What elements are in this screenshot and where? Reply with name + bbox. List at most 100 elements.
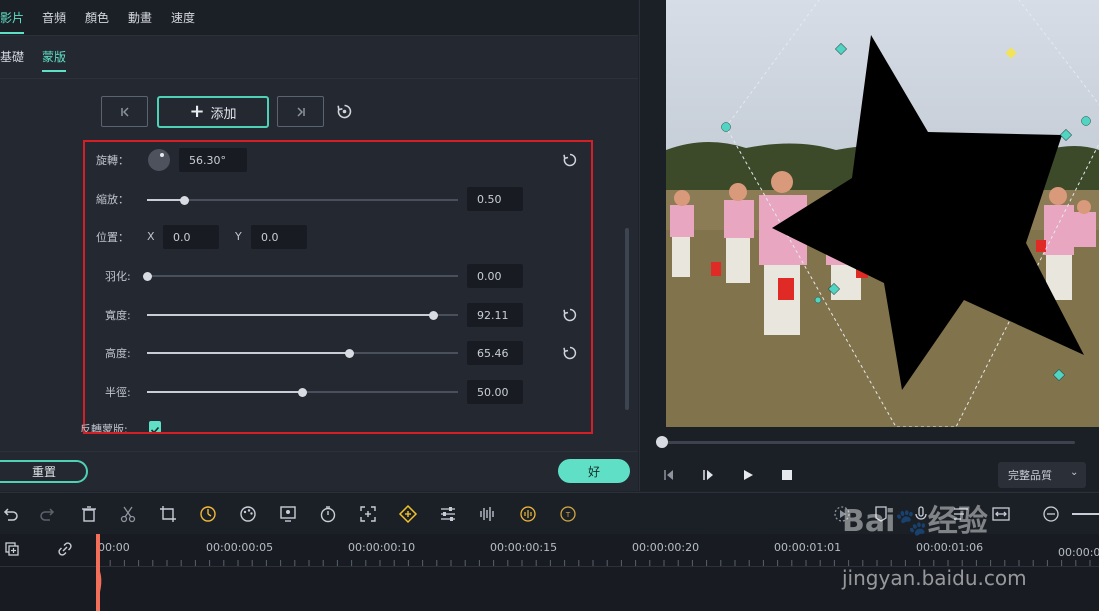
radius-value-field[interactable]: 50.00 (467, 380, 523, 404)
editor-tab-bar: 影片 音頻 顏色 動畫 速度 (0, 0, 638, 36)
subtab-mask[interactable]: 蒙版 (42, 48, 67, 72)
zoom-slider[interactable] (1072, 513, 1099, 515)
panel-footer (0, 451, 638, 491)
tab-speed[interactable]: 速度 (171, 9, 195, 26)
tab-animation[interactable]: 動畫 (128, 9, 152, 26)
reset-height-icon[interactable] (562, 345, 578, 361)
scale-value-field[interactable]: 0.50 (467, 187, 523, 211)
crop-icon[interactable] (158, 504, 178, 524)
rotate-label: 旋轉： (96, 154, 129, 167)
width-label: 寬度: (105, 309, 131, 322)
feather-slider[interactable] (142, 271, 458, 281)
scale-label: 縮放： (96, 193, 129, 206)
scale-slider-thumb[interactable] (179, 195, 189, 205)
reset-button[interactable]: 重置 (0, 460, 88, 483)
duration-icon[interactable] (318, 504, 338, 524)
add-keyframe-label: 添加 (210, 106, 237, 122)
playback-progress-track[interactable] (660, 441, 1075, 444)
cut-icon[interactable] (118, 504, 138, 524)
width-slider[interactable] (147, 310, 458, 320)
timeline-tick-label: 00:00:00:10 (348, 541, 416, 554)
sub-tab-bar: 基礎 蒙版 (0, 37, 638, 79)
plus-icon: + (189, 101, 205, 122)
play-frame-icon[interactable] (701, 468, 715, 482)
watermark-site: jingyan.baidu.com (842, 566, 1027, 590)
quality-select-value: 完整品質 (1008, 469, 1052, 482)
feather-value-field[interactable]: 0.00 (467, 264, 523, 288)
ok-button[interactable]: 好 (558, 459, 630, 483)
tab-color[interactable]: 顏色 (85, 9, 109, 26)
add-track-icon[interactable] (4, 541, 20, 557)
timeline-tick-label: 00:00:00:20 (632, 541, 700, 554)
video-preview[interactable] (666, 0, 1099, 427)
keyframe-icon[interactable] (398, 504, 418, 524)
color-palette-icon[interactable] (238, 504, 258, 524)
timeline-ruler-ticks (96, 560, 1091, 566)
timeline-tick-label: 00:00:01:06 (916, 541, 984, 554)
previous-frame-icon[interactable] (662, 468, 676, 482)
reset-rotate-icon[interactable] (562, 152, 578, 168)
radius-slider[interactable] (147, 387, 458, 397)
height-slider-thumb[interactable] (344, 348, 354, 358)
next-keyframe-button[interactable] (277, 96, 324, 127)
height-slider-fill (147, 352, 350, 354)
playhead[interactable] (96, 534, 104, 611)
width-value-field[interactable]: 92.11 (467, 303, 523, 327)
radius-slider-fill (147, 391, 303, 393)
reset-keyframes-icon[interactable] (336, 103, 353, 120)
position-y-field[interactable]: 0.0 (251, 225, 307, 249)
audio-split-icon[interactable] (478, 504, 498, 524)
invert-mask-checkbox[interactable] (149, 421, 161, 432)
invert-mask-label: 反轉蒙版: (80, 423, 128, 432)
fit-timeline-icon[interactable] (991, 504, 1011, 524)
auto-sync-icon[interactable]: T (558, 504, 578, 524)
invert-mask-row: 反轉蒙版: (80, 420, 180, 432)
scale-slider[interactable] (147, 195, 458, 205)
rotate-value-field[interactable]: 56.30° (179, 148, 247, 172)
link-icon[interactable] (57, 541, 73, 557)
reset-width-icon[interactable] (562, 307, 578, 323)
checkmark-icon (150, 426, 160, 432)
timeline-tick-label: 00:00:01:01 (774, 541, 842, 554)
redo-icon[interactable] (38, 504, 58, 524)
subtab-basic[interactable]: 基礎 (0, 48, 24, 65)
timeline-tick-label: 00:00:00:05 (206, 541, 274, 554)
chevron-down-icon: ⌄ (1070, 467, 1079, 478)
position-y-label: Y (235, 230, 242, 243)
playback-progress-thumb[interactable] (656, 436, 668, 448)
delete-icon[interactable] (79, 504, 99, 524)
position-label: 位置： (96, 231, 129, 244)
svg-text:T: T (565, 511, 571, 519)
width-slider-fill (147, 314, 434, 316)
add-keyframe-button[interactable]: + 添加 (157, 96, 269, 128)
scale-slider-fill (147, 199, 185, 201)
tab-audio[interactable]: 音頻 (42, 9, 66, 26)
fit-frame-icon[interactable] (358, 504, 378, 524)
adjust-icon[interactable] (438, 504, 458, 524)
radius-label: 半徑: (105, 386, 131, 399)
play-icon[interactable] (741, 468, 755, 482)
height-slider[interactable] (147, 348, 458, 358)
baidu-logo-watermark: Bai🐾经验 (842, 504, 988, 539)
zoom-out-icon[interactable] (1041, 504, 1061, 524)
position-x-field[interactable]: 0.0 (163, 225, 219, 249)
quality-select[interactable]: 完整品質 ⌄ (998, 462, 1086, 488)
tab-video[interactable]: 影片 (0, 9, 25, 34)
stop-icon[interactable] (781, 469, 793, 481)
feather-label: 羽化: (105, 270, 131, 283)
radius-slider-thumb[interactable] (298, 387, 307, 397)
skip-forward-icon (296, 106, 305, 117)
rotation-dial[interactable] (147, 148, 171, 172)
green-screen-icon[interactable] (278, 504, 298, 524)
height-label: 高度: (105, 347, 131, 360)
height-value-field[interactable]: 65.46 (467, 341, 523, 365)
width-slider-thumb[interactable] (428, 310, 438, 320)
position-x-label: X (147, 230, 155, 243)
audio-ducking-icon[interactable] (518, 504, 538, 524)
settings-scrollbar[interactable] (625, 228, 629, 410)
undo-icon[interactable] (0, 504, 20, 524)
previous-keyframe-button[interactable] (101, 96, 148, 127)
speed-icon[interactable] (198, 504, 218, 524)
feather-slider-thumb[interactable] (142, 271, 152, 281)
timeline-tick-label: 00:00:00:15 (490, 541, 558, 554)
